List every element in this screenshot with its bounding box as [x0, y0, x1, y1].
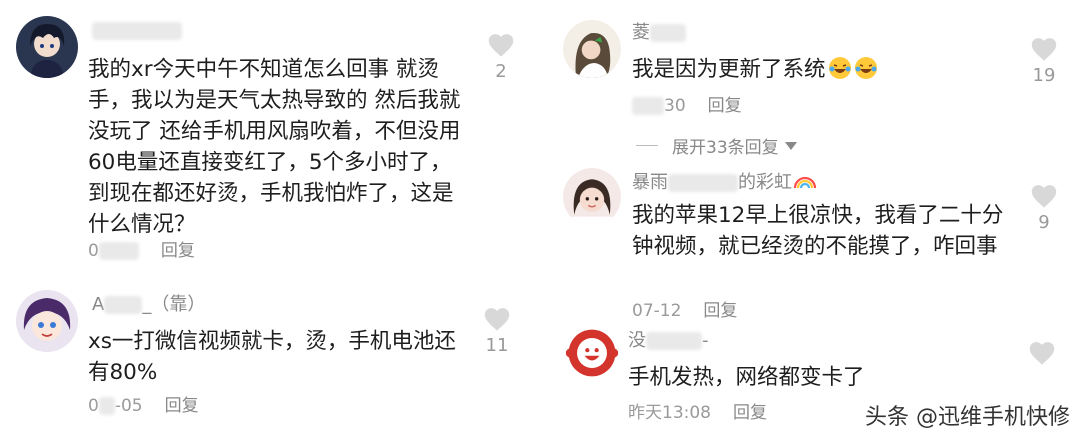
expand-replies-label: 展开33条回复: [672, 138, 779, 158]
chevron-down-icon: [784, 141, 797, 150]
like-button[interactable]: 11: [477, 306, 517, 356]
anime-boy-avatar-icon: [16, 16, 78, 78]
rainbow-emoji-icon: [794, 176, 816, 189]
like-count: 9: [1038, 212, 1050, 233]
like-button[interactable]: 2: [481, 32, 521, 82]
commenter-name[interactable]: 暴雨 的彩虹: [632, 172, 816, 194]
commenter-name[interactable]: 没-: [628, 330, 709, 352]
comment-text: 手机发热，网络都变卡了: [628, 365, 865, 390]
comment-meta: 0 回复: [88, 241, 195, 261]
avatar[interactable]: [16, 290, 78, 352]
commenter-name[interactable]: 菱: [632, 22, 686, 44]
redacted-date: [632, 97, 664, 115]
comment-text: 我的苹果12早上很凉快，我看了二十分钟视频，就已经烫的不能摸了，咋回事: [632, 203, 1004, 259]
redacted-name: [104, 296, 143, 314]
heart-icon: [1031, 185, 1057, 208]
commenter-name[interactable]: A _（靠）: [92, 294, 205, 316]
avatar[interactable]: [16, 16, 78, 78]
comment-text: 我是因为更新了系统: [632, 54, 1012, 85]
redacted-date: [98, 242, 139, 260]
comment-text: 我的xr今天中午不知道怎么回事 就烫手，我以为是天气太热导致的 然后我就没玩了 …: [88, 57, 461, 237]
girl-photo-avatar-icon: [563, 20, 621, 78]
like-button[interactable]: 19: [1024, 36, 1064, 86]
redacted-name: [92, 22, 182, 40]
expand-replies-button[interactable]: 展开33条回复: [636, 133, 797, 158]
laugh-cry-emoji-icon: [828, 57, 851, 79]
reply-button[interactable]: 回复: [708, 96, 742, 116]
reply-button[interactable]: 回复: [733, 403, 767, 423]
divider: [636, 145, 658, 146]
comment-meta: 07-12 回复: [632, 301, 738, 321]
comment-meta: 30 回复: [632, 95, 742, 117]
heart-icon: [1031, 38, 1057, 61]
watermark: 头条 @迅维手机快修: [865, 405, 1070, 430]
avatar[interactable]: [563, 20, 621, 78]
laugh-cry-emoji-icon: [854, 57, 877, 79]
heart-icon: [488, 34, 514, 57]
anime-girl-avatar-icon: [16, 290, 78, 352]
red-smiley-logo-avatar-icon: [563, 324, 621, 382]
comment-text: xs一打微信视频就卡，烫，手机电池还有80%: [88, 329, 456, 385]
like-button[interactable]: [1022, 340, 1062, 370]
avatar[interactable]: [563, 324, 621, 382]
avatar[interactable]: [563, 168, 621, 226]
like-count: 2: [495, 61, 507, 82]
commenter-name[interactable]: [92, 20, 182, 42]
redacted-date: [98, 397, 115, 415]
heart-icon: [1029, 342, 1055, 365]
like-count: 19: [1032, 65, 1056, 86]
heart-icon: [484, 308, 510, 331]
like-count: 11: [485, 335, 509, 356]
girl-photo-avatar-icon: [563, 168, 621, 226]
redacted-name: [668, 174, 738, 192]
reply-button[interactable]: 回复: [165, 396, 199, 416]
reply-button[interactable]: 回复: [703, 301, 737, 321]
reply-button[interactable]: 回复: [161, 241, 195, 261]
redacted-name: [650, 24, 686, 42]
like-button[interactable]: 9: [1024, 183, 1064, 233]
comment-meta: 0 -05 回复: [88, 396, 199, 416]
comment-meta: 昨天13:08 回复: [628, 403, 767, 423]
redacted-name: [646, 332, 702, 350]
